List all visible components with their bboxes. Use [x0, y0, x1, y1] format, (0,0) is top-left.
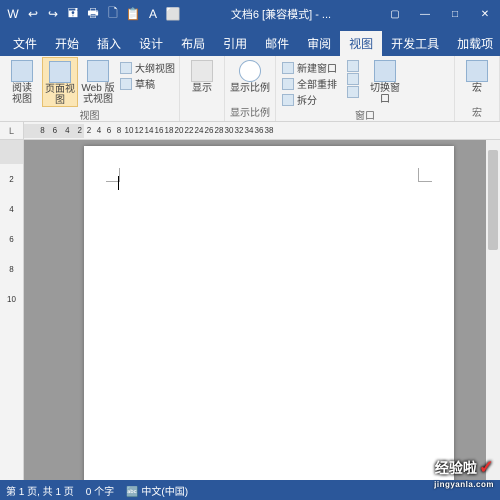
- web-layout-button[interactable]: Web 版式视图: [80, 57, 116, 105]
- reset-icon: [347, 86, 359, 98]
- zoom-icon: [239, 60, 261, 82]
- ribbon: 阅读 视图 页面视图 Web 版式视图 大纲视图 草稿 视图 显示: [0, 56, 500, 122]
- sync-scroll-button[interactable]: [347, 73, 359, 85]
- reset-pos-button[interactable]: [347, 86, 359, 98]
- read-mode-button[interactable]: 阅读 视图: [4, 57, 40, 105]
- arrange-all-button[interactable]: 全部重排: [282, 76, 337, 91]
- word-count[interactable]: 0 个字: [86, 483, 114, 498]
- document-title: 文档6 [兼容模式] - ...: [182, 6, 380, 22]
- view-side-button[interactable]: [347, 60, 359, 72]
- web-layout-icon: [87, 60, 109, 82]
- horizontal-ruler[interactable]: 8642 2468101214161820222426283032343638: [24, 122, 500, 140]
- tab-addins[interactable]: 加载项: [448, 31, 500, 56]
- switch-windows-button[interactable]: 切换窗口: [367, 57, 403, 105]
- minimize-button[interactable]: —: [410, 0, 440, 28]
- new-doc-icon[interactable]: 🗋: [104, 5, 122, 23]
- print-layout-button[interactable]: 页面视图: [42, 57, 78, 107]
- ruler-corner: L: [0, 122, 24, 140]
- group-label-views: 视图: [4, 107, 175, 123]
- tab-view[interactable]: 视图: [340, 31, 382, 56]
- save-icon[interactable]: 🖬: [64, 5, 82, 23]
- tab-insert[interactable]: 插入: [88, 31, 130, 56]
- quick-access-toolbar: W ↩ ↪ 🖬 🖶 🗋 📋 A ⬜: [0, 5, 182, 23]
- highlight-icon[interactable]: ⬜: [164, 5, 182, 23]
- print-icon[interactable]: 🖶: [84, 5, 102, 23]
- tab-review[interactable]: 审阅: [298, 31, 340, 56]
- arrange-all-icon: [282, 78, 294, 90]
- status-bar: 第 1 页, 共 1 页 0 个字 🔤 中文(中国): [0, 480, 500, 500]
- ribbon-tabs: 文件 开始 插入 设计 布局 引用 邮件 审阅 视图 开发工具 加载项 福昕阅读…: [0, 28, 500, 56]
- outline-view-button[interactable]: 大纲视图: [120, 60, 175, 75]
- split-icon: [282, 94, 294, 106]
- print-layout-icon: [49, 61, 71, 83]
- vertical-scrollbar[interactable]: [486, 140, 500, 480]
- tab-layout[interactable]: 布局: [172, 31, 214, 56]
- group-label-zoom: 显示比例: [229, 104, 271, 120]
- show-icon: [191, 60, 213, 82]
- show-button[interactable]: 显示: [184, 57, 220, 94]
- draft-view-button[interactable]: 草稿: [120, 76, 175, 91]
- tab-file[interactable]: 文件: [4, 31, 46, 56]
- new-window-icon: [282, 62, 294, 74]
- macros-button[interactable]: 宏: [459, 57, 495, 94]
- window-controls: ▢ — □ ✕: [380, 0, 500, 28]
- tab-home[interactable]: 开始: [46, 31, 88, 56]
- check-icon: ✓: [479, 457, 494, 478]
- zoom-button[interactable]: 显示比例: [229, 57, 271, 94]
- close-button[interactable]: ✕: [470, 0, 500, 28]
- tab-developer[interactable]: 开发工具: [382, 31, 448, 56]
- switch-windows-icon: [374, 60, 396, 82]
- page-count[interactable]: 第 1 页, 共 1 页: [6, 483, 74, 498]
- group-label-show: [184, 119, 220, 120]
- tab-references[interactable]: 引用: [214, 31, 256, 56]
- document-canvas[interactable]: [24, 140, 500, 480]
- group-label-macros: 宏: [459, 104, 495, 120]
- read-mode-icon: [11, 60, 33, 82]
- side-icon: [347, 60, 359, 72]
- vertical-ruler[interactable]: 246810: [0, 140, 24, 480]
- scrollbar-thumb[interactable]: [488, 150, 498, 250]
- text-cursor: [118, 176, 119, 190]
- tab-mailings[interactable]: 邮件: [256, 31, 298, 56]
- new-window-button[interactable]: 新建窗口: [282, 60, 337, 75]
- maximize-button[interactable]: □: [440, 0, 470, 28]
- font-icon[interactable]: A: [144, 5, 162, 23]
- macros-icon: [466, 60, 488, 82]
- crop-mark: [418, 168, 432, 182]
- outline-icon: [120, 62, 132, 74]
- ribbon-display-icon[interactable]: ▢: [380, 0, 410, 28]
- language-indicator[interactable]: 🔤 中文(中国): [126, 483, 188, 498]
- paste-icon[interactable]: 📋: [124, 5, 142, 23]
- group-label-window: 窗口: [280, 107, 450, 123]
- app-icon: W: [4, 5, 22, 23]
- redo-icon[interactable]: ↪: [44, 5, 62, 23]
- split-button[interactable]: 拆分: [282, 92, 337, 107]
- sync-icon: [347, 73, 359, 85]
- watermark: 经验啦✓ jingyanla.com: [435, 457, 494, 478]
- draft-icon: [120, 78, 132, 90]
- tab-design[interactable]: 设计: [130, 31, 172, 56]
- page[interactable]: [84, 146, 454, 480]
- undo-icon[interactable]: ↩: [24, 5, 42, 23]
